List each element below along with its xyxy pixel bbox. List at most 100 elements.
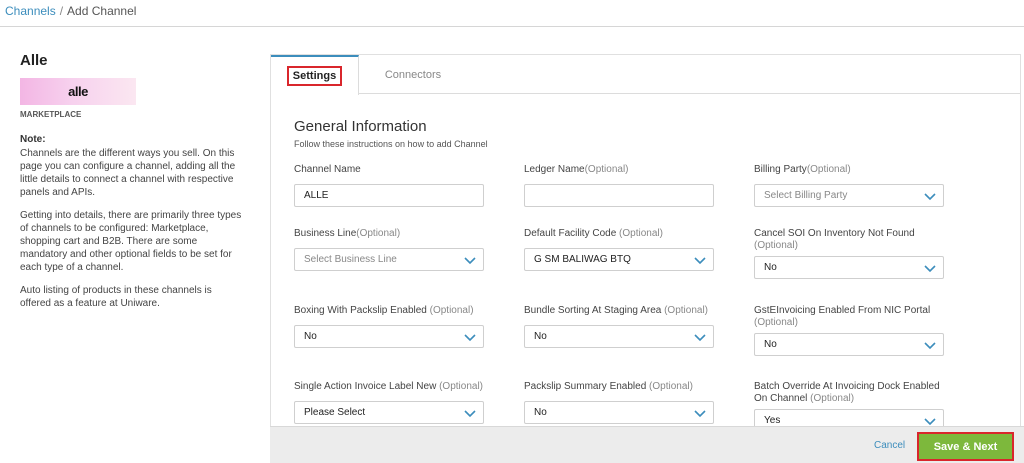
boxing-select[interactable]: No bbox=[294, 325, 484, 348]
cancel-soi-value: No bbox=[764, 262, 777, 273]
bundle-sorting-field: Bundle Sorting At Staging Area (Optional… bbox=[524, 305, 724, 348]
billing-party-label: Billing Party(Optional) bbox=[754, 164, 954, 176]
channel-logo: alle bbox=[20, 78, 136, 105]
chevron-down-icon bbox=[924, 418, 936, 426]
optional-tag: (Optional) bbox=[806, 164, 851, 175]
note-paragraph: Getting into details, there are primaril… bbox=[20, 210, 242, 273]
billing-party-field: Billing Party(Optional) Select Billing P… bbox=[754, 164, 954, 207]
bundle-sorting-value: No bbox=[534, 331, 547, 342]
channel-name-value: ALLE bbox=[304, 190, 329, 201]
cancel-soi-label-text: Cancel SOI On Inventory Not Found bbox=[754, 228, 915, 239]
gst-einvoicing-field: GstEInvoicing Enabled From NIC Portal (Op… bbox=[754, 305, 954, 356]
note-title: Note: bbox=[20, 134, 46, 145]
section-subtitle: Follow these instructions on how to add … bbox=[294, 139, 488, 149]
default-facility-label: Default Facility Code (Optional) bbox=[524, 228, 724, 240]
cancel-soi-select[interactable]: No bbox=[754, 256, 944, 279]
single-action-label-text: Single Action Invoice Label New bbox=[294, 381, 437, 392]
optional-tag: (Optional) bbox=[807, 393, 855, 404]
channel-logo-text: alle bbox=[68, 84, 88, 99]
chevron-down-icon bbox=[694, 257, 706, 265]
optional-tag: (Optional) bbox=[754, 240, 798, 251]
gst-einvoicing-label: GstEInvoicing Enabled From NIC Portal (Op… bbox=[754, 305, 954, 329]
boxing-label: Boxing With Packslip Enabled (Optional) bbox=[294, 305, 494, 317]
optional-tag: (Optional) bbox=[754, 317, 798, 328]
optional-tag: (Optional) bbox=[616, 228, 663, 239]
optional-tag: (Optional) bbox=[584, 164, 629, 175]
bundle-sorting-label: Bundle Sorting At Staging Area (Optional… bbox=[524, 305, 724, 317]
packslip-summary-value: No bbox=[534, 407, 547, 418]
optional-tag: (Optional) bbox=[356, 228, 401, 239]
channel-name-input[interactable]: ALLE bbox=[294, 184, 484, 207]
cancel-soi-field: Cancel SOI On Inventory Not Found (Option… bbox=[754, 228, 954, 279]
gst-einvoicing-label-text: GstEInvoicing Enabled From NIC Portal bbox=[754, 305, 931, 316]
packslip-summary-field: Packslip Summary Enabled (Optional) No bbox=[524, 381, 724, 424]
default-facility-select[interactable]: G SM BALIWAG BTQ bbox=[524, 248, 714, 271]
breadcrumb-current: Add Channel bbox=[67, 4, 137, 18]
batch-override-value: Yes bbox=[764, 415, 781, 426]
business-line-field: Business Line(Optional) Select Business … bbox=[294, 228, 494, 271]
chevron-down-icon bbox=[694, 410, 706, 418]
single-action-field: Single Action Invoice Label New (Optiona… bbox=[294, 381, 494, 424]
single-action-select[interactable]: Please Select bbox=[294, 401, 484, 424]
gst-einvoicing-select[interactable]: No bbox=[754, 333, 944, 356]
boxing-label-text: Boxing With Packslip Enabled bbox=[294, 305, 427, 316]
chevron-down-icon bbox=[924, 193, 936, 201]
bundle-sorting-select[interactable]: No bbox=[524, 325, 714, 348]
ledger-name-field: Ledger Name(Optional) bbox=[524, 164, 724, 207]
note-paragraph: Auto listing of products in these channe… bbox=[20, 285, 212, 309]
header-divider bbox=[0, 26, 1024, 27]
tab-settings[interactable]: Settings bbox=[271, 55, 359, 95]
gst-einvoicing-value: No bbox=[764, 339, 777, 350]
cancel-link[interactable]: Cancel bbox=[874, 440, 905, 451]
default-facility-label-text: Default Facility Code bbox=[524, 228, 617, 239]
channel-form-card: Settings Connectors General Information … bbox=[270, 54, 1021, 463]
ledger-name-label-text: Ledger Name bbox=[524, 164, 585, 175]
note-paragraph: Channels are the different ways you sell… bbox=[20, 148, 236, 198]
section-title: General Information bbox=[294, 118, 427, 135]
chevron-down-icon bbox=[464, 410, 476, 418]
channel-name-field: Channel Name ALLE bbox=[294, 164, 494, 207]
optional-tag: (Optional) bbox=[646, 381, 693, 392]
tab-connectors[interactable]: Connectors bbox=[365, 55, 461, 94]
default-facility-field: Default Facility Code (Optional) G SM BA… bbox=[524, 228, 724, 271]
packslip-summary-label: Packslip Summary Enabled (Optional) bbox=[524, 381, 724, 393]
tab-settings-label: Settings bbox=[286, 66, 343, 86]
optional-tag: (Optional) bbox=[436, 381, 483, 392]
ledger-name-label: Ledger Name(Optional) bbox=[524, 164, 724, 176]
tab-bar: Settings Connectors bbox=[271, 55, 1020, 95]
packslip-summary-label-text: Packslip Summary Enabled bbox=[524, 381, 647, 392]
save-next-button[interactable]: Save & Next bbox=[917, 432, 1014, 461]
single-action-value: Please Select bbox=[304, 407, 366, 418]
single-action-label: Single Action Invoice Label New (Optiona… bbox=[294, 381, 494, 393]
chevron-down-icon bbox=[694, 334, 706, 342]
channel-type-label: MARKETPLACE bbox=[20, 110, 82, 119]
footer-action-bar: Cancel Save & Next bbox=[270, 426, 1024, 463]
breadcrumb: Channels / Add Channel bbox=[5, 4, 136, 18]
optional-tag: (Optional) bbox=[426, 305, 474, 316]
batch-override-label: Batch Override At Invoicing Dock Enabled… bbox=[754, 381, 954, 405]
ledger-name-input[interactable] bbox=[524, 184, 714, 207]
breadcrumb-channels-link[interactable]: Channels bbox=[5, 4, 56, 18]
billing-party-select[interactable]: Select Billing Party bbox=[754, 184, 944, 207]
business-line-label: Business Line(Optional) bbox=[294, 228, 494, 240]
business-line-select[interactable]: Select Business Line bbox=[294, 248, 484, 271]
packslip-summary-select[interactable]: No bbox=[524, 401, 714, 424]
channel-info-panel: Alle alle MARKETPLACE Note: Channels are… bbox=[20, 52, 242, 310]
business-line-value: Select Business Line bbox=[304, 254, 397, 265]
boxing-field: Boxing With Packslip Enabled (Optional) … bbox=[294, 305, 494, 348]
channel-name-label: Channel Name bbox=[294, 164, 494, 176]
default-facility-value: G SM BALIWAG BTQ bbox=[534, 254, 631, 265]
bundle-sorting-label-text: Bundle Sorting At Staging Area bbox=[524, 305, 662, 316]
boxing-value: No bbox=[304, 331, 317, 342]
business-line-label-text: Business Line bbox=[294, 228, 357, 239]
billing-party-label-text: Billing Party bbox=[754, 164, 807, 175]
chevron-down-icon bbox=[464, 257, 476, 265]
breadcrumb-separator: / bbox=[59, 4, 64, 18]
channel-title: Alle bbox=[20, 52, 48, 69]
optional-tag: (Optional) bbox=[661, 305, 709, 316]
channel-name-label-text: Channel Name bbox=[294, 164, 361, 175]
cancel-soi-label: Cancel SOI On Inventory Not Found (Option… bbox=[754, 228, 954, 252]
billing-party-value: Select Billing Party bbox=[764, 190, 848, 201]
chevron-down-icon bbox=[464, 334, 476, 342]
batch-override-field: Batch Override At Invoicing Dock Enabled… bbox=[754, 381, 954, 432]
